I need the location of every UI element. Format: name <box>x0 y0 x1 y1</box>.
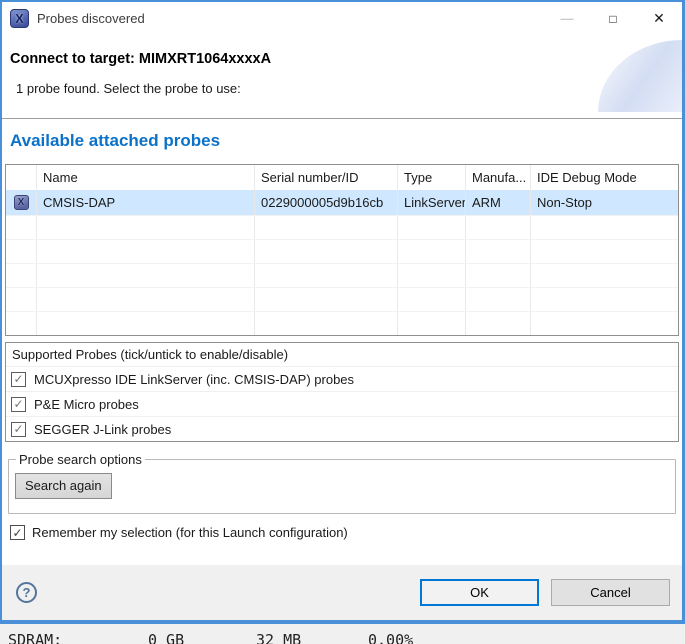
empty-cell <box>37 312 255 335</box>
empty-cell <box>6 240 37 263</box>
dialog-header: Connect to target: MIMXRT1064xxxxA 1 pro… <box>2 35 682 119</box>
empty-cell <box>531 312 678 335</box>
col-icon[interactable] <box>6 165 37 190</box>
probe-search-options-group: Probe search options Search again <box>8 452 676 514</box>
empty-cell <box>466 240 531 263</box>
empty-cell <box>398 312 466 335</box>
title-bar: X Probes discovered — □ ✕ <box>2 2 682 35</box>
segger-jlink-label: SEGGER J-Link probes <box>34 422 171 437</box>
empty-cell <box>398 288 466 311</box>
empty-cell <box>466 312 531 335</box>
empty-cell <box>255 264 398 287</box>
cancel-button[interactable]: Cancel <box>551 579 670 606</box>
table-empty-row[interactable] <box>6 311 678 335</box>
col-type[interactable]: Type <box>398 165 466 190</box>
remember-selection-row[interactable]: ✓ Remember my selection (for this Launch… <box>2 525 682 540</box>
sdram-label: SDRAM: <box>8 631 62 644</box>
empty-cell <box>255 312 398 335</box>
probe-found-message: 1 probe found. Select the probe to use: <box>16 81 241 96</box>
probe-search-options-legend: Probe search options <box>16 452 145 467</box>
empty-cell <box>255 288 398 311</box>
probe-cell-manufacturer: ARM <box>466 190 531 215</box>
window-title: Probes discovered <box>37 11 145 26</box>
empty-cell <box>6 216 37 239</box>
supported-probes-box: Supported Probes (tick/untick to enable/… <box>5 342 679 442</box>
table-empty-row[interactable] <box>6 215 678 239</box>
mcuxpresso-app-icon: X <box>10 9 29 28</box>
background-memory-status-strip: SDRAM: 0 GB 32 MB 0.00% <box>0 622 685 644</box>
remember-selection-label: Remember my selection (for this Launch c… <box>32 525 348 540</box>
probe-cell-ide-debug-mode: Non-Stop <box>531 190 678 215</box>
empty-cell <box>6 288 37 311</box>
probe-cell-icon: X <box>6 190 37 215</box>
empty-cell <box>37 288 255 311</box>
window-controls: — □ ✕ <box>544 2 682 35</box>
supported-probes-label: Supported Probes (tick/untick to enable/… <box>6 343 678 366</box>
pe-micro-checkbox[interactable]: ✓ <box>11 397 26 412</box>
probe-cell-type: LinkServer <box>398 190 466 215</box>
table-row-cmsis-dap[interactable]: X CMSIS-DAP 0229000005d9b16cb LinkServer… <box>6 190 678 215</box>
sdram-used-value: 0 GB <box>148 631 184 644</box>
minimize-icon[interactable]: — <box>544 2 590 35</box>
empty-cell <box>37 216 255 239</box>
probes-table: Name Serial number/ID Type Manufa... IDE… <box>5 164 679 336</box>
empty-cell <box>398 240 466 263</box>
maximize-icon[interactable]: □ <box>590 2 636 35</box>
option-pe-micro-probes[interactable]: ✓ P&E Micro probes <box>6 391 678 416</box>
table-empty-rows <box>6 215 678 335</box>
empty-cell <box>398 264 466 287</box>
empty-cell <box>398 216 466 239</box>
empty-cell <box>6 312 37 335</box>
empty-cell <box>531 288 678 311</box>
available-probes-heading: Available attached probes <box>2 119 682 161</box>
ok-button[interactable]: OK <box>420 579 539 606</box>
table-header-row: Name Serial number/ID Type Manufa... IDE… <box>6 165 678 190</box>
empty-cell <box>255 216 398 239</box>
empty-cell <box>466 288 531 311</box>
table-empty-row[interactable] <box>6 263 678 287</box>
close-icon[interactable]: ✕ <box>636 2 682 35</box>
empty-cell <box>6 264 37 287</box>
probes-discovered-dialog: X Probes discovered — □ ✕ Connect to tar… <box>0 0 685 622</box>
empty-cell <box>531 264 678 287</box>
pe-micro-label: P&E Micro probes <box>34 397 139 412</box>
table-empty-row[interactable] <box>6 239 678 263</box>
linkserver-checkbox[interactable]: ✓ <box>11 372 26 387</box>
help-icon[interactable]: ? <box>16 582 37 603</box>
sdram-total-value: 32 MB <box>256 631 301 644</box>
col-manufacturer[interactable]: Manufa... <box>466 165 531 190</box>
empty-cell <box>255 240 398 263</box>
linkserver-label: MCUXpresso IDE LinkServer (inc. CMSIS-DA… <box>34 372 354 387</box>
connect-target-title: Connect to target: MIMXRT1064xxxxA <box>10 51 271 67</box>
col-name[interactable]: Name <box>37 165 255 190</box>
empty-cell <box>531 240 678 263</box>
probe-cell-serial: 0229000005d9b16cb <box>255 190 398 215</box>
search-again-button[interactable]: Search again <box>15 473 112 499</box>
probe-x-icon: X <box>14 195 29 210</box>
option-segger-jlink-probes[interactable]: ✓ SEGGER J-Link probes <box>6 416 678 441</box>
probe-cell-name: CMSIS-DAP <box>37 190 255 215</box>
option-linkserver-probes[interactable]: ✓ MCUXpresso IDE LinkServer (inc. CMSIS-… <box>6 366 678 391</box>
button-bar: ? OK Cancel <box>2 565 682 620</box>
col-serial[interactable]: Serial number/ID <box>255 165 398 190</box>
sdram-percent-value: 0.00% <box>368 631 413 644</box>
banner-decoration <box>598 40 682 112</box>
empty-cell <box>37 264 255 287</box>
remember-selection-checkbox[interactable]: ✓ <box>10 525 25 540</box>
empty-cell <box>466 264 531 287</box>
segger-jlink-checkbox[interactable]: ✓ <box>11 422 26 437</box>
empty-cell <box>37 240 255 263</box>
empty-cell <box>466 216 531 239</box>
table-empty-row[interactable] <box>6 287 678 311</box>
col-ide-debug-mode[interactable]: IDE Debug Mode <box>531 165 678 190</box>
empty-cell <box>531 216 678 239</box>
